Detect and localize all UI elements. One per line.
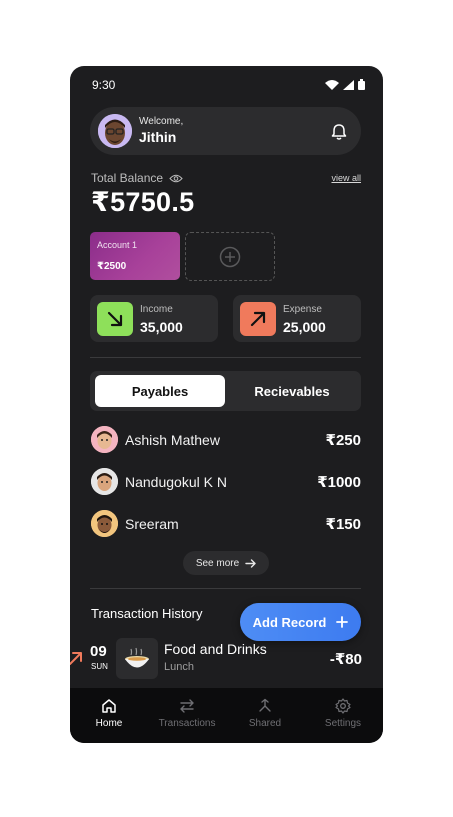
expense-card[interactable]: Expense 25,000 — [233, 295, 361, 342]
income-label: Income — [140, 304, 173, 315]
wifi-icon — [325, 79, 339, 90]
person-amount: ₹250 — [325, 432, 361, 449]
nav-shared[interactable]: Shared — [230, 698, 300, 729]
nav-settings[interactable]: Settings — [308, 698, 378, 729]
income-value: 35,000 — [140, 319, 183, 335]
person-name: Nandugokul K N — [125, 474, 227, 490]
arrow-right-icon — [245, 558, 256, 568]
plus-icon — [336, 616, 349, 628]
person-amount: ₹150 — [325, 516, 361, 533]
home-icon — [102, 699, 116, 713]
transaction-weekday: SUN — [91, 662, 108, 671]
plus-circle-icon — [219, 246, 241, 267]
list-item[interactable]: Nandugokul K N ₹1000 — [90, 467, 361, 497]
eye-icon[interactable] — [169, 174, 183, 183]
person-amount: ₹1000 — [317, 474, 361, 491]
transaction-name: Food and Drinks — [164, 641, 267, 657]
list-item[interactable]: Ashish Mathew ₹250 — [90, 425, 361, 455]
nav-shared-label: Shared — [248, 718, 282, 729]
add-record-label: Add Record — [252, 614, 327, 630]
arrow-up-right-icon — [70, 650, 84, 671]
avatar — [91, 510, 118, 537]
transaction-day: 09 — [90, 643, 107, 660]
expense-label: Expense — [283, 304, 322, 315]
expense-value: 25,000 — [283, 319, 326, 335]
notification-bell-icon[interactable] — [331, 123, 347, 145]
transaction-history-title: Transaction History — [91, 606, 203, 621]
total-balance-amount: ₹5750.5 — [91, 187, 195, 217]
person-name: Sreeram — [125, 516, 179, 532]
total-balance-text: Total Balance — [91, 171, 164, 185]
profile-card[interactable]: Welcome, Jithin — [90, 107, 361, 155]
phone-screen: 9:30 Welcome, Jithin Total Balance view … — [70, 66, 383, 743]
see-more-label: See more — [195, 557, 240, 569]
user-name: Jithin — [139, 129, 177, 145]
list-item[interactable]: Sreeram ₹150 — [90, 509, 361, 539]
status-time: 9:30 — [92, 78, 116, 92]
add-record-button[interactable]: Add Record — [240, 603, 361, 641]
transaction-amount: -₹80 — [329, 651, 362, 668]
status-icons — [325, 79, 365, 90]
account-name: Account 1 — [97, 240, 138, 250]
arrow-up-right-icon — [240, 302, 276, 336]
tab-payables[interactable]: Payables — [95, 375, 225, 407]
gear-icon — [335, 698, 351, 714]
divider — [90, 357, 361, 358]
signal-icon — [343, 79, 354, 90]
nav-home[interactable]: Home — [74, 698, 144, 729]
shared-split-icon — [259, 698, 271, 712]
account-amount: ₹2500 — [97, 261, 127, 272]
transaction-row[interactable]: 09 SUN Food and Drinks Lunch -₹80 — [70, 636, 383, 686]
account-card[interactable]: Account 1 ₹2500 — [90, 232, 180, 280]
income-card[interactable]: Income 35,000 — [90, 295, 218, 342]
nav-settings-label: Settings — [324, 718, 362, 729]
payables-tabs: Payables Recievables — [90, 371, 361, 411]
transfer-arrows-icon — [180, 699, 194, 713]
tab-recievables[interactable]: Recievables — [227, 375, 357, 407]
welcome-label: Welcome, — [139, 116, 184, 127]
total-balance-label: Total Balance — [91, 171, 183, 185]
avatar[interactable] — [98, 114, 132, 148]
bottom-nav: Home Transactions Shared Settings — [70, 688, 383, 743]
divider — [90, 588, 361, 589]
nav-transactions-label: Transactions — [158, 718, 216, 729]
avatar — [91, 468, 118, 495]
arrow-down-right-icon — [97, 302, 133, 336]
transaction-category: Lunch — [164, 661, 194, 673]
nav-home-label: Home — [95, 718, 123, 729]
food-bowl-icon — [116, 638, 158, 679]
nav-transactions[interactable]: Transactions — [152, 698, 222, 729]
view-all-link[interactable]: view all — [331, 173, 361, 183]
see-more-button[interactable]: See more — [183, 551, 269, 575]
battery-icon — [358, 79, 365, 90]
avatar — [91, 426, 118, 453]
person-name: Ashish Mathew — [125, 432, 220, 448]
add-account-button[interactable] — [185, 232, 275, 281]
